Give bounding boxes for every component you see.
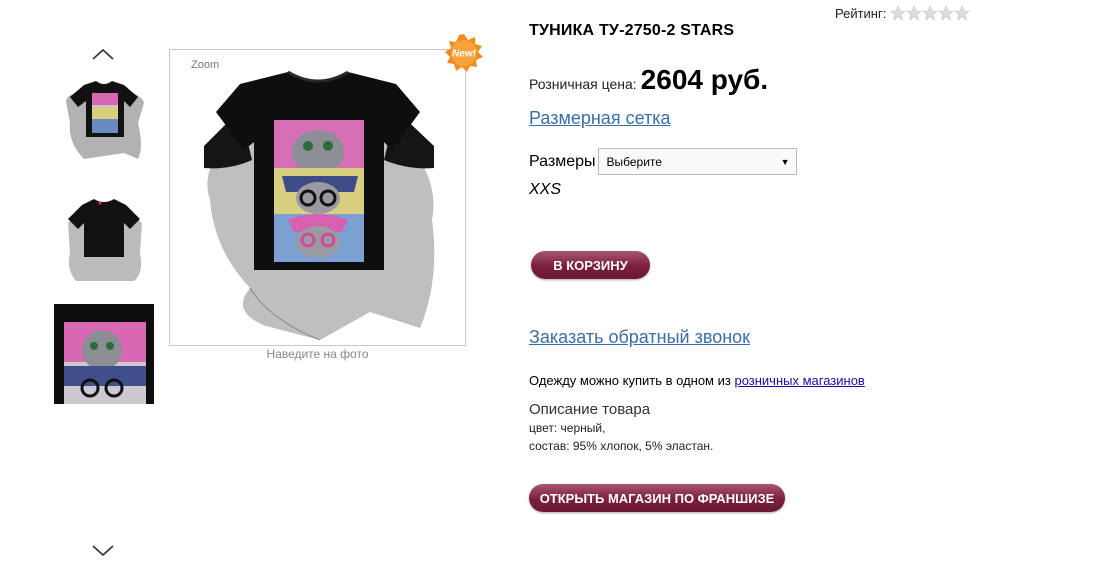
thumbnail-2[interactable]	[54, 183, 154, 283]
buy-text: Одежду можно купить в одном из	[529, 373, 731, 388]
star-icon[interactable]	[954, 5, 971, 21]
star-icon[interactable]	[890, 5, 907, 21]
new-badge: New!	[444, 33, 484, 73]
size-option-xxs[interactable]: XXS	[529, 181, 561, 199]
thumbnail-1[interactable]	[54, 63, 154, 163]
thumbnail-3[interactable]	[54, 304, 154, 404]
size-table-link[interactable]: Размерная сетка	[529, 108, 671, 129]
description-heading: Описание товара	[529, 401, 651, 418]
price-label: Розничная цена:	[529, 76, 637, 92]
description-color: цвет: черный,	[529, 421, 606, 435]
thumbs-down-arrow-icon[interactable]	[92, 545, 114, 557]
chevron-down-icon: ▼	[780, 156, 790, 167]
callback-link[interactable]: Заказать обратный звонок	[529, 327, 750, 348]
sizes-label: Размеры	[529, 152, 596, 170]
add-to-cart-button[interactable]: В КОРЗИНУ	[531, 251, 650, 279]
thumbs-up-arrow-icon[interactable]	[92, 48, 114, 60]
description-composition: состав: 95% хлопок, 5% эластан.	[529, 439, 714, 453]
open-franchise-button[interactable]: ОТКРЫТЬ МАГАЗИН ПО ФРАНШИЗЕ	[529, 484, 785, 512]
sizes-row: Размеры Выберите ▼	[529, 148, 797, 175]
main-product-image[interactable]	[169, 49, 466, 346]
size-select-value: Выберите	[606, 154, 662, 169]
hover-hint: Наведите на фото	[266, 347, 369, 361]
star-icon[interactable]	[906, 5, 923, 21]
new-badge-text: New!	[452, 49, 477, 60]
price-value: 2604 руб.	[640, 64, 769, 95]
buy-line: Одежду можно купить в одном из розничных…	[529, 373, 865, 388]
zoom-label: Zoom	[191, 59, 220, 71]
product-title: ТУНИКА ТУ-2750-2 STARS	[529, 22, 735, 39]
retail-stores-link[interactable]: розничных магазинов	[734, 373, 864, 388]
star-icon[interactable]	[922, 5, 939, 21]
rating: Рейтинг:	[835, 5, 971, 21]
star-icon[interactable]	[938, 5, 955, 21]
size-select[interactable]: Выберите ▼	[597, 148, 797, 175]
price-row: Розничная цена: 2604 руб.	[529, 64, 768, 96]
rating-stars[interactable]	[890, 5, 971, 21]
rating-label: Рейтинг:	[835, 5, 887, 21]
